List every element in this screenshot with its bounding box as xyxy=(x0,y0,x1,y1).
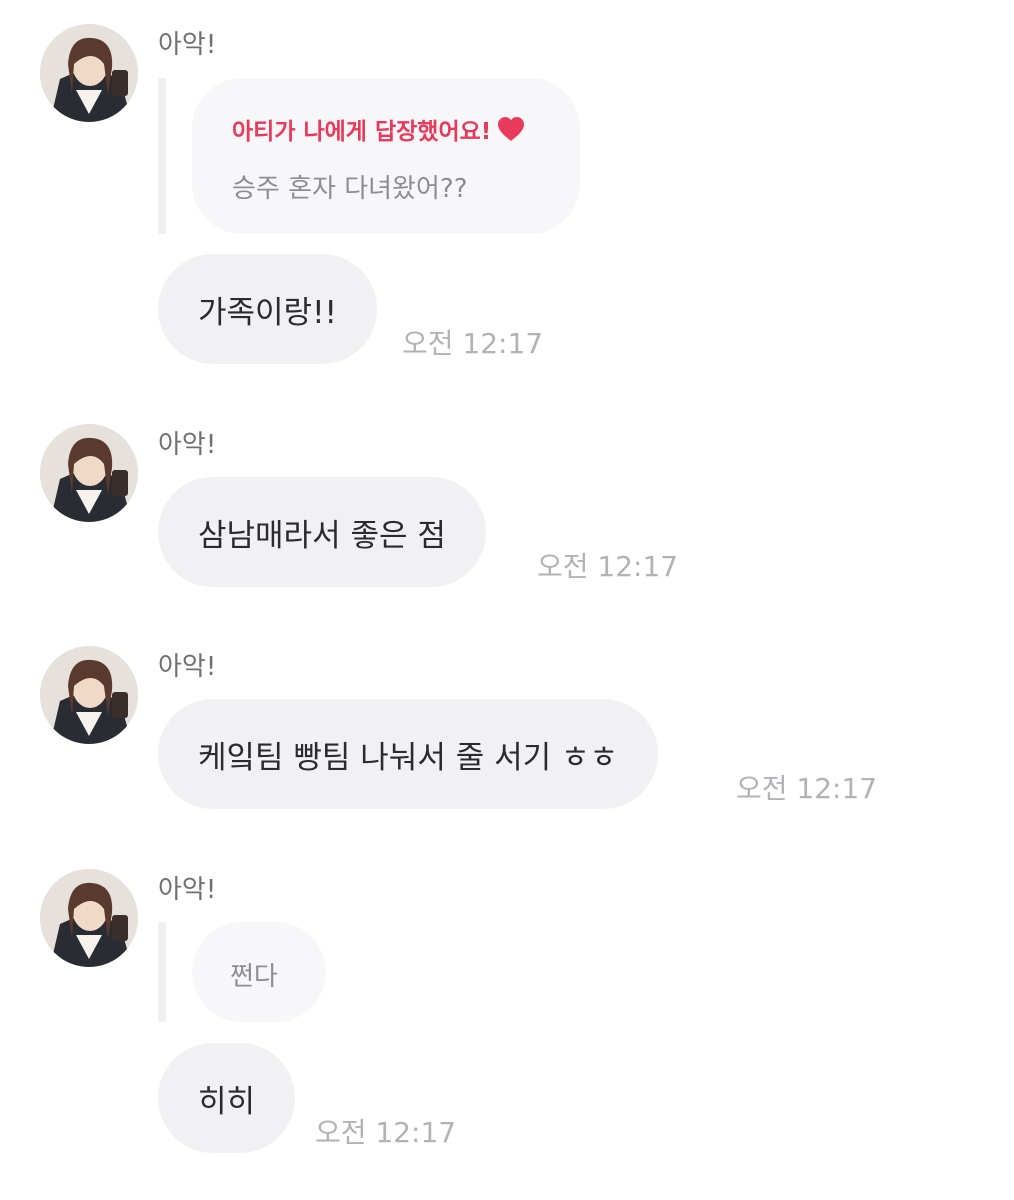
reply-title-text: 아티가 나에게 답장했어요! xyxy=(232,119,492,145)
reply-quote[interactable]: 쩐다 xyxy=(192,922,326,1022)
message-bubble[interactable]: 히히 xyxy=(158,1043,296,1153)
avatar[interactable] xyxy=(40,646,138,744)
avatar[interactable] xyxy=(40,424,138,522)
reply-quote-bar xyxy=(158,78,166,234)
sender-name: 아악! xyxy=(158,875,217,905)
message-bubble[interactable]: 케잌팀 빵팀 나눠서 줄 서기 ㅎㅎ xyxy=(158,699,659,809)
reply-quoted-text: 쩐다 xyxy=(230,962,278,992)
reply-quote[interactable]: 아티가 나에게 답장했어요! 승주 혼자 다녀왔어?? xyxy=(192,78,580,234)
message-time: 오전 12:17 xyxy=(736,772,878,805)
heart-icon xyxy=(497,116,525,142)
sender-name: 아악! xyxy=(158,652,217,682)
reply-quote-title: 아티가 나에게 답장했어요! xyxy=(232,112,525,146)
reply-quoted-text: 승주 혼자 다녀왔어?? xyxy=(232,174,468,204)
message-time: 오전 12:17 xyxy=(402,327,544,360)
reply-quote-bar xyxy=(158,922,166,1022)
sender-name: 아악! xyxy=(158,30,217,60)
avatar[interactable] xyxy=(40,24,138,122)
message-bubble[interactable]: 삼남매라서 좋은 점 xyxy=(158,477,486,587)
message-time: 오전 12:17 xyxy=(537,550,679,583)
message-bubble[interactable]: 가족이랑!! xyxy=(158,254,377,364)
sender-name: 아악! xyxy=(158,430,217,460)
message-time: 오전 12:17 xyxy=(315,1116,457,1149)
avatar[interactable] xyxy=(40,869,138,967)
